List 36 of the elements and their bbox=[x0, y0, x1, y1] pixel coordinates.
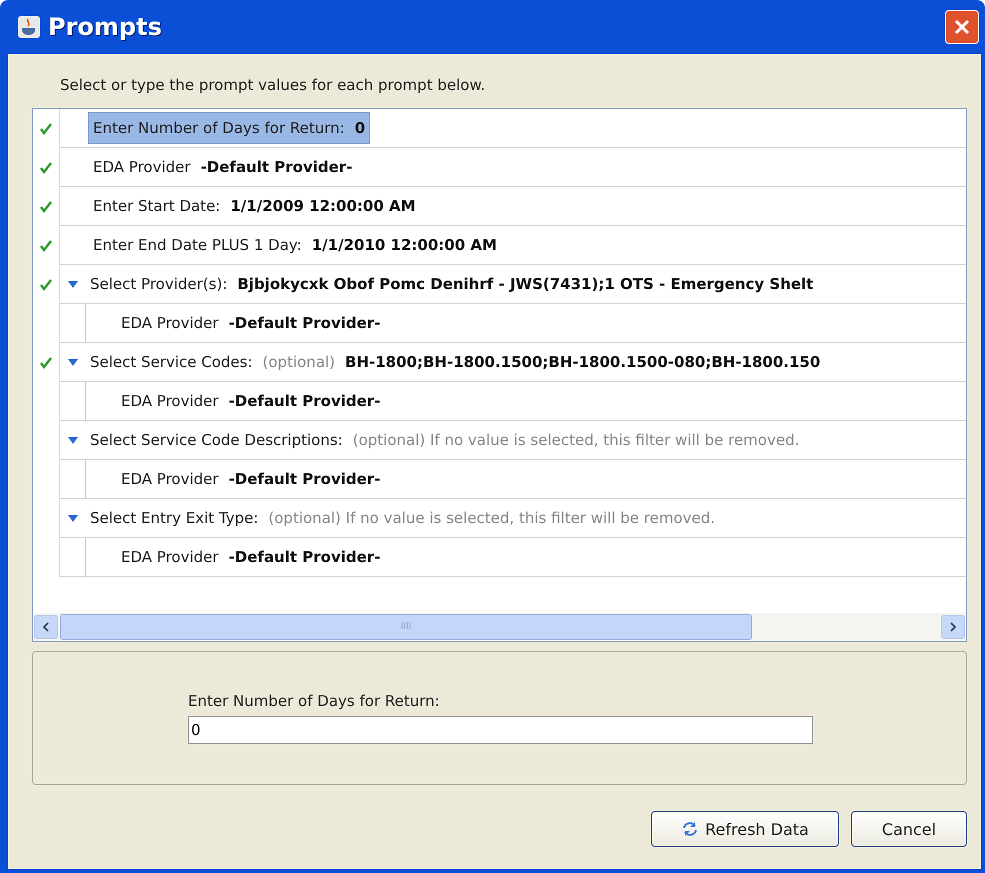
expand-triangle-icon[interactable] bbox=[68, 280, 78, 288]
prompt-item[interactable]: EDA Provider -Default Provider- bbox=[116, 307, 386, 339]
prompt-item[interactable]: EDA Provider -Default Provider- bbox=[116, 463, 386, 495]
field-label: Enter Number of Days for Return: bbox=[188, 692, 441, 710]
expand-triangle-icon[interactable] bbox=[68, 514, 78, 522]
instruction-text: Select or type the prompt values for each prompt below. bbox=[59, 75, 486, 96]
prompt-item[interactable]: EDA Provider -Default Provider- bbox=[116, 541, 386, 573]
prompt-item[interactable]: Select Provider(s): Bjbjokycxk Obof Pomc Denihrf - JWS(7431);1 OTS - Emergency Shelt bbox=[85, 268, 818, 300]
prompt-item[interactable]: EDA Provider -Default Provider- bbox=[88, 151, 358, 183]
checkmark-icon bbox=[40, 200, 52, 212]
coffee-cup-icon bbox=[18, 16, 40, 38]
close-button[interactable] bbox=[945, 10, 979, 44]
checkmark-icon bbox=[40, 356, 52, 368]
window-title: Prompts bbox=[48, 13, 163, 41]
prompt-item[interactable]: Enter Start Date: 1/1/2009 12:00:00 AM bbox=[88, 190, 421, 222]
prompt-item[interactable]: Enter End Date PLUS 1 Day: 1/1/2010 12:00:00 AM bbox=[88, 229, 502, 261]
checkmark-icon bbox=[40, 162, 52, 174]
prompt-item[interactable]: Enter Number of Days for Return: 0 bbox=[88, 112, 370, 144]
checkmark-icon bbox=[40, 240, 52, 252]
expand-triangle-icon[interactable] bbox=[68, 358, 78, 366]
checkmark-icon bbox=[40, 278, 52, 290]
chevron-left-icon bbox=[42, 622, 50, 632]
prompt-item[interactable]: Select Service Codes: (optional) BH-1800;BH-1800.1500;BH-1800.1500-080;BH-1800.150 bbox=[85, 346, 826, 378]
cancel-button[interactable]: Cancel bbox=[851, 811, 967, 847]
chevron-right-icon bbox=[949, 622, 957, 632]
checkmark-icon bbox=[40, 122, 52, 134]
expand-triangle-icon[interactable] bbox=[68, 436, 78, 444]
scroll-right-button[interactable] bbox=[941, 615, 965, 639]
prompt-item[interactable]: Select Service Code Descriptions: (optional) If no value is selected, this filter will be removed. bbox=[85, 424, 804, 456]
input-field[interactable]: 0 bbox=[188, 716, 813, 744]
prompt-item[interactable]: Select Entry Exit Type: (optional) If no value is selected, this filter will be removed. bbox=[85, 502, 720, 534]
close-icon bbox=[953, 18, 971, 36]
scroll-left-button[interactable] bbox=[34, 615, 58, 639]
refresh-button[interactable]: Refresh Data bbox=[651, 811, 839, 847]
refresh-icon bbox=[681, 820, 700, 838]
prompt-item[interactable]: EDA Provider -Default Provider- bbox=[116, 385, 386, 417]
